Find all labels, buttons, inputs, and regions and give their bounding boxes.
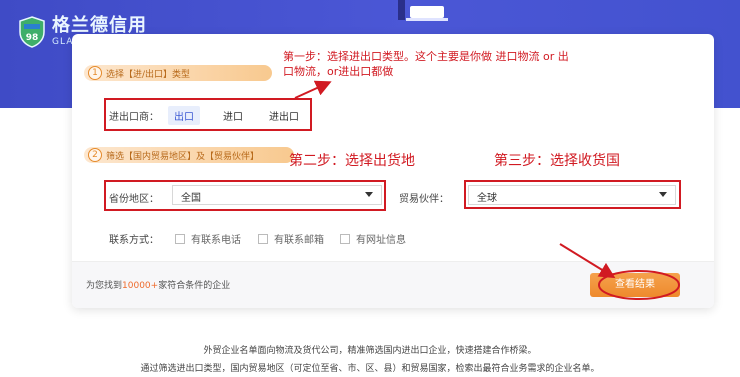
annotation-arrows [294, 80, 616, 279]
arrow-button [559, 243, 616, 279]
footer-line1: 外贸企业名单面向物流及货代公司，精准筛选国内进出口企业，快速搭建合作桥梁。 [203, 346, 537, 356]
footer-line2: 通过筛选进出口类型，国内贸易地区（可定位至省、市、区、县）和贸易国家，检索出最符… [140, 364, 600, 374]
arrow-step1 [294, 80, 332, 99]
